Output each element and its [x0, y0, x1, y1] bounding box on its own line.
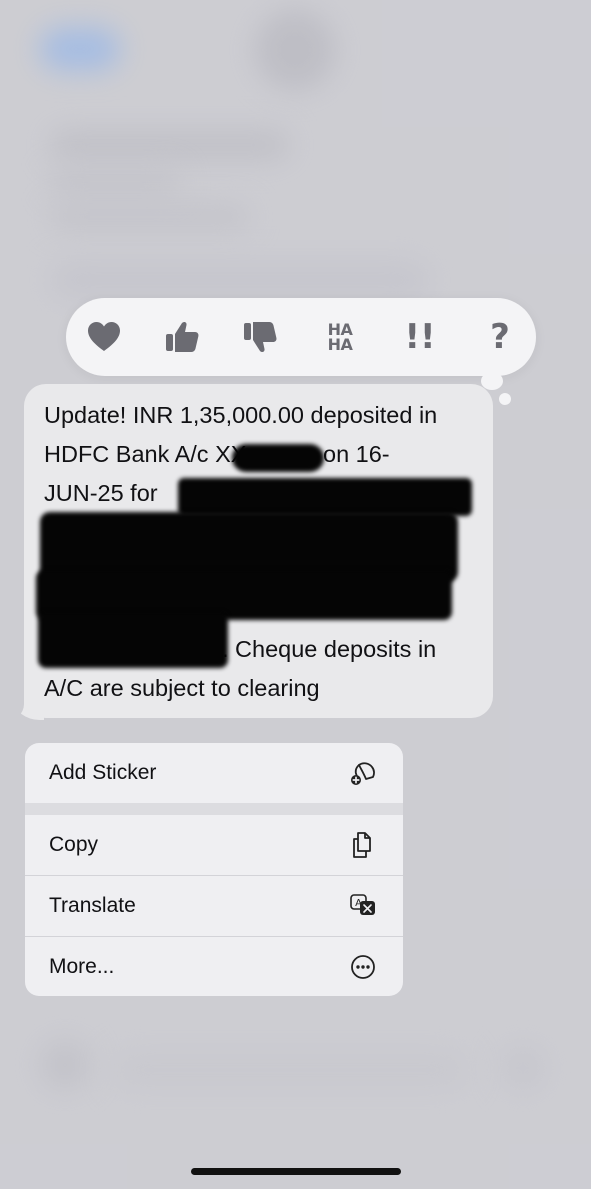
- haha-icon: HA HA: [327, 320, 353, 354]
- redaction: [178, 478, 472, 516]
- more-icon: [351, 955, 375, 979]
- double-exclamation-icon: !!: [404, 317, 436, 357]
- copy-icon: [353, 832, 371, 858]
- tapback-bar: HA HA !! ?: [66, 298, 536, 376]
- message-line-3: JUN-25 for: [44, 480, 158, 506]
- thumbs-up-icon: [166, 321, 199, 352]
- thumbs-up-reaction[interactable]: [160, 317, 204, 357]
- haha-reaction[interactable]: HA HA: [318, 317, 362, 357]
- menu-section-gap: [25, 803, 403, 815]
- translate-icon: A: [350, 894, 375, 915]
- translate-menu-item[interactable]: Translate A: [25, 876, 403, 936]
- message-line-2a: HDFC Bank A/c XX: [44, 441, 247, 467]
- message-line-2b: on 16-: [323, 441, 390, 467]
- translate-label: Translate: [49, 894, 136, 917]
- message-line-8: A/C are subject to clearing: [44, 675, 320, 701]
- home-indicator[interactable]: [191, 1168, 401, 1175]
- more-label: More...: [49, 955, 115, 978]
- message-line-7: . Cheque deposits in: [222, 636, 437, 662]
- emphasize-reaction[interactable]: !!: [398, 317, 442, 357]
- heart-reaction[interactable]: [82, 317, 126, 357]
- question-reaction[interactable]: ?: [478, 317, 522, 357]
- thumbs-down-icon: [244, 322, 277, 353]
- add-sticker-menu-item[interactable]: Add Sticker: [25, 743, 403, 803]
- add-sticker-icon: [351, 762, 375, 785]
- question-mark-icon: ?: [490, 317, 510, 357]
- more-menu-item[interactable]: More...: [25, 937, 403, 996]
- add-sticker-label: Add Sticker: [49, 761, 157, 784]
- message-line-1: Update! INR 1,35,000.00 deposited in: [44, 402, 438, 428]
- thumbs-down-reaction[interactable]: [238, 317, 282, 357]
- redaction: [38, 612, 228, 668]
- copy-label: Copy: [49, 833, 99, 856]
- tapback-tail: [481, 372, 503, 390]
- heart-icon: [88, 322, 120, 351]
- tapback-tail-dot: [499, 393, 511, 405]
- copy-menu-item[interactable]: Copy: [25, 815, 403, 875]
- context-menu: Add Sticker Copy Translate A More...: [25, 743, 403, 996]
- redaction: [232, 444, 324, 472]
